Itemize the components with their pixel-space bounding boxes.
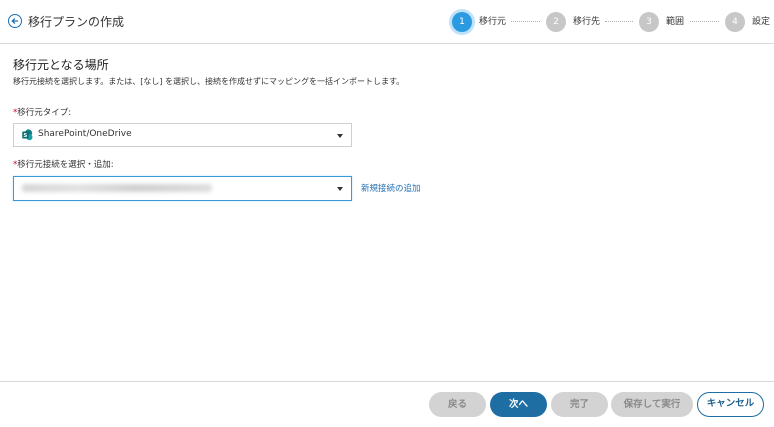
add-connection-link[interactable]: 新規接続の追加 (361, 182, 421, 194)
finish-button[interactable]: 完了 (551, 392, 608, 417)
chevron-down-icon (337, 187, 343, 191)
step-2-label: 移行先 (573, 17, 601, 27)
step-4-label: 設定 (752, 17, 771, 27)
connection-value-blurred (22, 184, 212, 192)
step-4-circle[interactable]: 4 (725, 12, 745, 32)
svg-text:S: S (23, 133, 27, 139)
step-1-label: 移行元 (479, 17, 507, 27)
source-type-label: *移行元タイプ: (13, 108, 72, 118)
wizard-stepper: 1 移行元 2 移行先 3 範囲 4 設定 (0, 10, 774, 34)
step-3-circle[interactable]: 3 (639, 12, 659, 32)
page-header: 移行プランの作成 1 移行元 2 移行先 3 範囲 4 設定 (0, 0, 774, 44)
step-connector (690, 21, 719, 22)
connection-label: *移行元接続を選択・追加: (13, 160, 114, 170)
source-type-value: SharePoint/OneDrive (38, 129, 132, 139)
next-button[interactable]: 次へ (490, 392, 547, 417)
step-1-circle[interactable]: 1 (452, 12, 472, 32)
step-2-circle[interactable]: 2 (546, 12, 566, 32)
step-connector (605, 21, 633, 22)
section-title: 移行元となる場所 (13, 58, 109, 72)
step-connector (511, 21, 540, 22)
chevron-down-icon (337, 134, 343, 138)
sharepoint-icon: S (22, 129, 33, 141)
source-type-select[interactable]: S SharePoint/OneDrive (13, 123, 352, 147)
save-and-run-button[interactable]: 保存して実行 (611, 392, 693, 417)
section-description: 移行元接続を選択します。または、[なし] を選択し、接続を作成せずにマッピングを… (13, 77, 405, 86)
cancel-button[interactable]: キャンセル (697, 392, 764, 417)
connection-select[interactable] (13, 176, 352, 201)
back-button[interactable]: 戻る (429, 392, 486, 417)
step-3-label: 範囲 (666, 17, 685, 27)
